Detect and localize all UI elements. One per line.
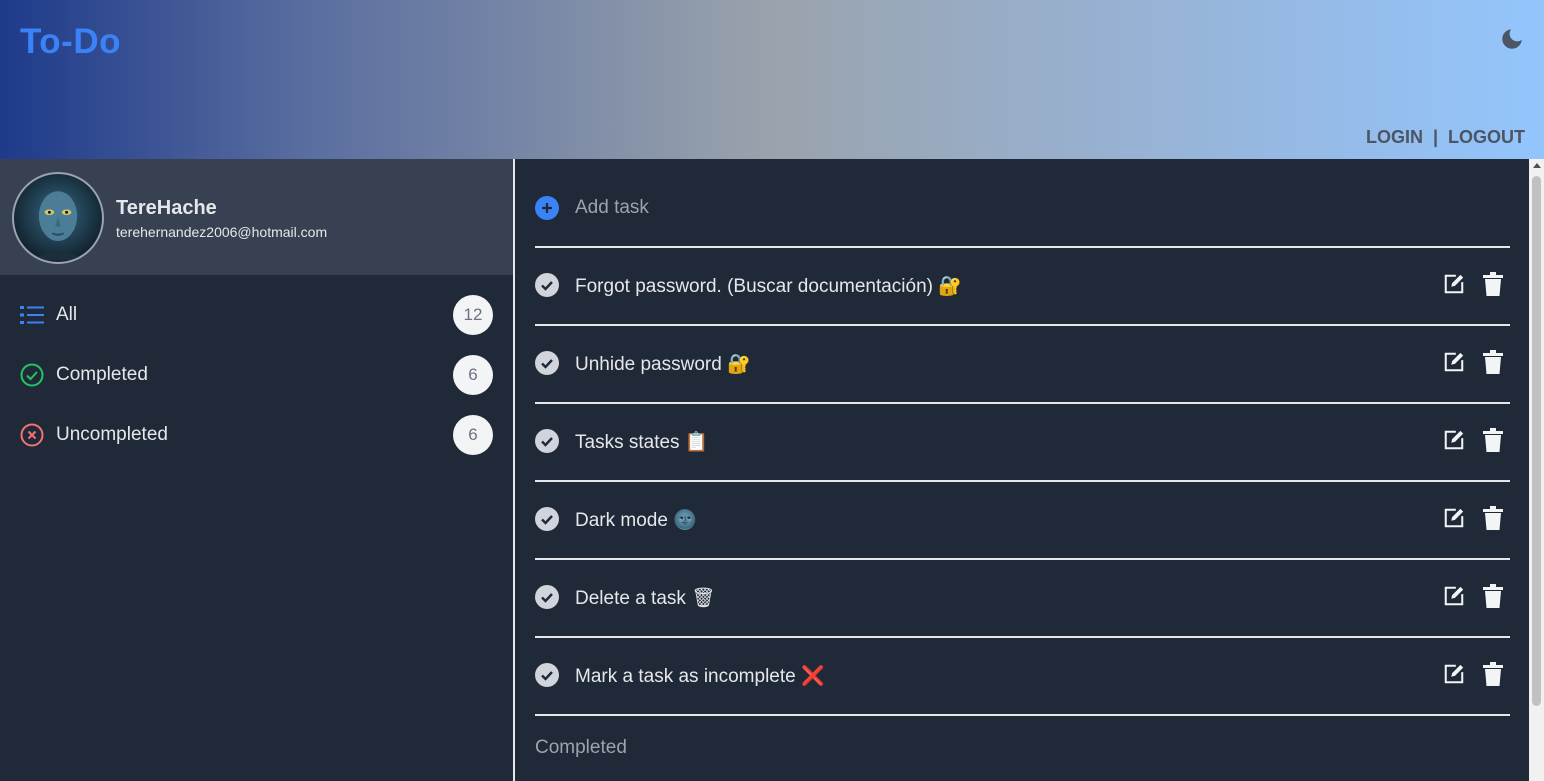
plus-circle-icon[interactable] — [535, 196, 559, 220]
app-logo: To-Do — [20, 22, 121, 61]
trash-icon[interactable] — [1483, 428, 1503, 452]
nav-item-uncompleted[interactable]: Uncompleted 6 — [0, 405, 513, 465]
app-header: To-Do LOGIN | LOGOUT — [0, 0, 1544, 159]
add-task-row[interactable]: Add task — [535, 159, 1510, 248]
moon-icon[interactable] — [1499, 26, 1525, 52]
check-circle-icon — [20, 363, 44, 387]
nav-count-completed: 6 — [453, 355, 493, 395]
nav-count-all: 12 — [453, 295, 493, 335]
task-item: Dark mode 🌚 — [535, 482, 1510, 560]
task-title: Tasks states 📋 — [575, 432, 709, 453]
user-profile: TereHache terehernandez2006@hotmail.com — [0, 159, 513, 275]
filter-nav: All 12 Completed 6 Uncompleted 6 — [0, 285, 513, 465]
user-email: terehernandez2006@hotmail.com — [116, 224, 328, 240]
edit-icon[interactable] — [1443, 663, 1465, 685]
nav-item-all[interactable]: All 12 — [0, 285, 513, 345]
check-toggle-icon[interactable] — [535, 507, 559, 531]
task-title: Mark a task as incomplete ❌ — [575, 666, 825, 687]
completed-section-title: Completed — [535, 737, 627, 758]
sidebar: TereHache terehernandez2006@hotmail.com … — [0, 159, 513, 781]
avatar — [12, 172, 104, 264]
task-panel: Add task Forgot password. (Buscar docume… — [515, 159, 1529, 781]
nav-label-completed: Completed — [56, 364, 148, 385]
scrollbar[interactable] — [1529, 159, 1544, 781]
user-name: TereHache — [116, 197, 217, 219]
login-link[interactable]: LOGIN — [1366, 127, 1423, 148]
scroll-up-arrow-icon[interactable] — [1533, 163, 1541, 168]
edit-icon[interactable] — [1443, 351, 1465, 373]
trash-icon[interactable] — [1483, 662, 1503, 686]
task-item: Delete a task 🗑 — [535, 560, 1510, 638]
task-item: Tasks states 📋 — [535, 404, 1510, 482]
check-toggle-icon[interactable] — [535, 273, 559, 297]
nav-label-uncompleted: Uncompleted — [56, 424, 168, 445]
task-title: Forgot password. (Buscar documentación) … — [575, 276, 962, 297]
task-item: Unhide password 🔐 — [535, 326, 1510, 404]
task-title: Delete a task 🗑 — [575, 588, 716, 609]
trash-icon[interactable] — [1483, 584, 1503, 608]
trash-icon[interactable] — [1483, 350, 1503, 374]
trash-icon[interactable] — [1483, 506, 1503, 530]
edit-icon[interactable] — [1443, 273, 1465, 295]
auth-separator: | — [1432, 127, 1438, 147]
add-task-input[interactable]: Add task — [575, 197, 649, 219]
x-circle-icon — [20, 423, 44, 447]
check-toggle-icon[interactable] — [535, 663, 559, 687]
task-title: Unhide password 🔐 — [575, 354, 751, 375]
scrollbar-thumb[interactable] — [1532, 176, 1541, 706]
edit-icon[interactable] — [1443, 585, 1465, 607]
edit-icon[interactable] — [1443, 507, 1465, 529]
auth-links: LOGIN | LOGOUT — [1366, 127, 1525, 148]
nav-label-all: All — [56, 304, 78, 325]
task-item: Mark a task as incomplete ❌ — [535, 638, 1510, 716]
check-toggle-icon[interactable] — [535, 429, 559, 453]
nav-item-completed[interactable]: Completed 6 — [0, 345, 513, 405]
logout-link[interactable]: LOGOUT — [1448, 127, 1525, 148]
trash-icon[interactable] — [1483, 272, 1503, 296]
nav-count-uncompleted: 6 — [453, 415, 493, 455]
task-title: Dark mode 🌚 — [575, 510, 697, 531]
check-toggle-icon[interactable] — [535, 585, 559, 609]
task-item: Forgot password. (Buscar documentación) … — [535, 248, 1510, 326]
check-toggle-icon[interactable] — [535, 351, 559, 375]
edit-icon[interactable] — [1443, 429, 1465, 451]
list-icon — [20, 306, 44, 324]
